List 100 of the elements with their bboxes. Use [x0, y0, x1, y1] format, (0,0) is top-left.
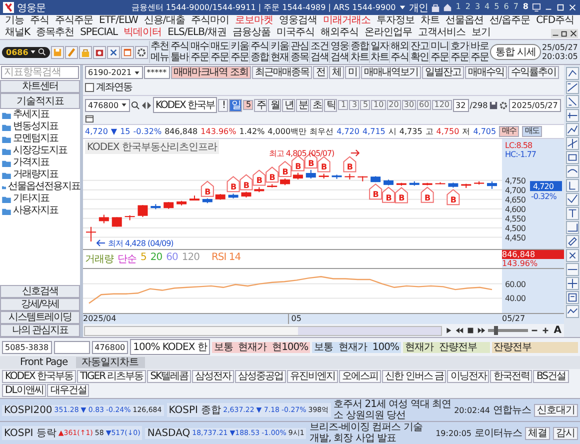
menu-item[interactable]: 선/옵주문	[486, 15, 534, 27]
interval-button[interactable]: 120	[432, 100, 452, 110]
watchlist-item[interactable]: 오에스피	[339, 370, 382, 383]
arrows-icon[interactable]	[140, 100, 152, 110]
tree-item[interactable]: 시장강도지표	[0, 145, 80, 157]
account-button[interactable]: 일별잔고	[422, 66, 464, 79]
chart-tool-icon[interactable]	[566, 207, 578, 220]
chart-tool-icon[interactable]	[566, 291, 578, 304]
menu-shortcut-button[interactable]: 매도 주문	[209, 41, 228, 63]
menu-shortcut-button[interactable]: 주식 툴바	[169, 41, 188, 63]
menu-item[interactable]: 고객서비스	[414, 27, 468, 39]
lock-icon[interactable]	[430, 3, 440, 12]
period-tab[interactable]: 년	[282, 98, 296, 112]
account-button[interactable]: 매매수익	[464, 66, 507, 79]
search-icon[interactable]	[130, 100, 140, 110]
status-button[interactable]: 체결	[525, 426, 550, 440]
menu-item[interactable]: 미국주식	[273, 27, 318, 39]
account-button[interactable]: 매매내역보기	[360, 66, 421, 79]
account-button[interactable]: 체	[328, 66, 344, 79]
menu-item[interactable]: 주식주문	[52, 15, 96, 27]
order-action-button[interactable]: 현재가 잔량전부	[402, 342, 490, 352]
chart-tool-icon[interactable]	[566, 179, 578, 192]
maximize-icon[interactable]	[556, 3, 565, 12]
account-button[interactable]: 매매마크내역 조회	[170, 66, 251, 79]
menu-item[interactable]: SPECIAL	[77, 27, 121, 39]
period-tab[interactable]: 월	[268, 98, 282, 112]
interval-button[interactable]: 1	[338, 100, 348, 110]
menu-item[interactable]: 금융상품	[229, 27, 274, 39]
menu-item[interactable]: 보기	[468, 27, 494, 39]
chart-tool-icon[interactable]	[566, 193, 578, 206]
menu-shortcut-button[interactable]: 키움 주문	[229, 41, 248, 63]
gear-icon[interactable]	[498, 100, 508, 110]
chart-tool-icon[interactable]	[566, 81, 578, 94]
tree-item[interactable]: 추세지표	[0, 109, 80, 121]
chart-tool-icon[interactable]	[566, 165, 578, 178]
menu-shortcut-button[interactable]: 호가 주문	[449, 41, 468, 63]
order-action-button[interactable]: 보통 현재가 현100%	[212, 342, 310, 352]
watchlist-item[interactable]: KODEX 한국부동	[2, 370, 76, 383]
input-field[interactable]	[54, 340, 90, 354]
menu-shortcut-button[interactable]: 관심 종목	[289, 41, 308, 63]
caret-icon[interactable]	[398, 4, 406, 11]
save-icon[interactable]	[488, 100, 498, 110]
close-icon[interactable]	[569, 28, 578, 38]
chart-tool-icon[interactable]	[566, 263, 578, 276]
menu-shortcut-button[interactable]: 키움 현재	[269, 41, 288, 63]
menu-shortcut-button[interactable]: 미니 주문	[429, 41, 448, 63]
chart-center-button[interactable]: 차트센터	[0, 80, 80, 93]
stock-name-field[interactable]: 100% KODEX 한	[130, 339, 210, 355]
quote-search-field[interactable]: 통합 시세	[490, 44, 541, 60]
chart-tool-icon[interactable]	[566, 95, 578, 108]
watchlist-item[interactable]: 삼성중공업	[235, 370, 286, 383]
period-tab[interactable]: 분	[296, 98, 310, 112]
menu-item[interactable]: ELS/ELB/채권	[164, 27, 230, 39]
menu-item[interactable]: 채널K	[2, 27, 34, 39]
watchlist-item[interactable]: SK텔레콤	[147, 370, 192, 383]
tree-item[interactable]: 사용자지표	[0, 205, 80, 217]
tree-item[interactable]: 기타지표	[0, 193, 80, 205]
menu-item[interactable]: 선물옵션	[442, 15, 486, 27]
tree-item[interactable]: 거래량지표	[0, 169, 80, 181]
news-headline[interactable]: 브리즈-베이징 컴퍼스 기술 개발, 회장 사업 발표	[309, 422, 433, 444]
password-field[interactable]: *****	[144, 66, 170, 79]
screen-number-field[interactable]: 0686	[2, 46, 50, 58]
order-action-button[interactable]: 잔량전부	[492, 342, 578, 352]
scroll-bar[interactable]	[84, 326, 442, 336]
screen-number-button[interactable]: 2	[464, 3, 471, 12]
order-action-button[interactable]: 보통 현재가 100%	[312, 342, 401, 352]
menu-shortcut-button[interactable]: 영웅 검색	[329, 41, 348, 63]
stock-code-field[interactable]: 476800	[85, 98, 130, 112]
menu-shortcut-button[interactable]: 조건 검색	[309, 41, 328, 63]
menu-item[interactable]: 주식마이	[188, 15, 232, 27]
buy-button[interactable]: 매수	[499, 126, 520, 137]
screen-number-button[interactable]: 8	[522, 3, 529, 12]
watchlist-item[interactable]: 유진비엔지	[287, 370, 338, 383]
tree-item[interactable]: 모멘텀지표	[0, 133, 80, 145]
menu-shortcut-button[interactable]: 잔고 확인	[409, 41, 428, 63]
tree-item[interactable]: 가격지표	[0, 157, 80, 169]
toolbar-button[interactable]	[121, 46, 134, 58]
chart-tool-icon[interactable]	[566, 249, 578, 262]
chart-tool-icon[interactable]	[566, 277, 578, 290]
watchlist-item[interactable]: 이닝전자	[447, 370, 490, 383]
menu-shortcut-button[interactable]: 종합 차트	[349, 41, 368, 63]
chart-tool-icon[interactable]	[566, 235, 578, 248]
toolbar-button[interactable]	[135, 46, 148, 58]
alert-button[interactable]: !	[218, 98, 228, 112]
screen-number-button[interactable]: 1	[454, 3, 462, 12]
chart-tool-icon[interactable]	[566, 67, 578, 80]
tab[interactable]: Front Page	[14, 357, 74, 368]
panel-button[interactable]: 신호검색	[0, 285, 80, 298]
menu-item[interactable]: 영웅검색	[276, 15, 320, 27]
chart-tool-icon[interactable]	[566, 221, 578, 234]
watchlist-item[interactable]: TIGER 리츠부동	[76, 370, 146, 383]
menu-shortcut-button[interactable]: 주식 종합	[249, 41, 268, 63]
count-field[interactable]: 32	[452, 98, 469, 112]
account-link-checkbox[interactable]: 계좌연동	[85, 80, 132, 94]
interval-button[interactable]: 30	[402, 100, 416, 110]
menu-item[interactable]: 투자정보	[373, 15, 418, 27]
monitor-icon[interactable]	[532, 3, 541, 12]
interval-button[interactable]: 60	[417, 100, 432, 110]
tree-item[interactable]: 변동성지표	[0, 121, 80, 133]
fast-forward-icon[interactable]	[476, 326, 486, 335]
